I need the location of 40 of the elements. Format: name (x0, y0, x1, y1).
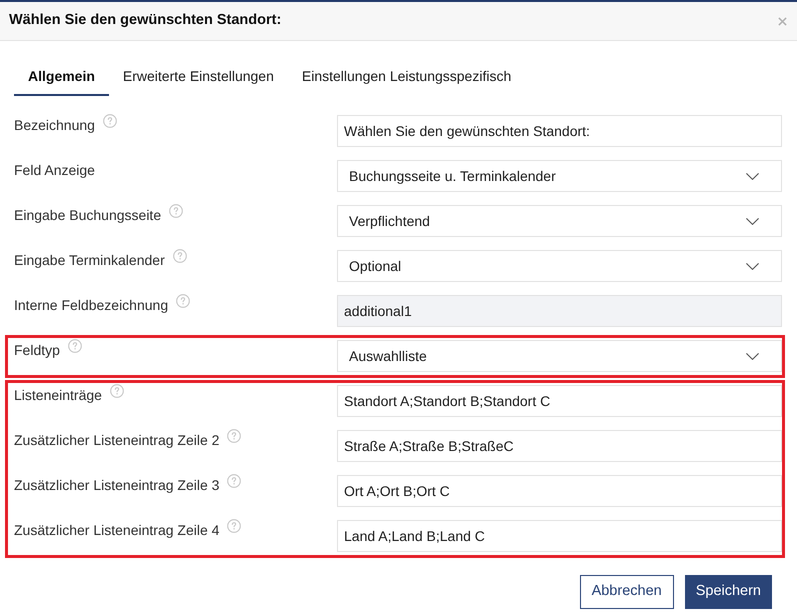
close-icon[interactable] (778, 16, 787, 26)
field-label: Feldtyp (14, 341, 60, 360)
dropdown-field[interactable]: Optional (337, 250, 782, 282)
help-icon[interactable] (227, 519, 242, 533)
help-icon[interactable] (172, 249, 187, 263)
chevron-down-icon (746, 218, 759, 224)
help-icon[interactable] (169, 204, 184, 218)
text-field[interactable]: Land A;Land B;Land C (337, 520, 782, 552)
help-icon[interactable] (176, 294, 190, 308)
help-icon[interactable] (102, 114, 117, 128)
cancel-button[interactable]: Abbrechen (580, 575, 674, 609)
field-label: Listeneinträge (14, 386, 102, 405)
dropdown-field[interactable]: Buchungsseite u. Terminkalender (337, 160, 782, 192)
tab[interactable]: Allgemein (14, 58, 109, 96)
field-label: Eingabe Terminkalender (14, 251, 165, 270)
tab[interactable]: Erweiterte Einstellungen (108, 58, 288, 96)
text-field[interactable]: Wählen Sie den gewünschten Standort: (337, 115, 782, 147)
tab[interactable]: Einstellungen Leistungsspezifisch (288, 58, 526, 96)
field-label: Bezeichnung (14, 116, 95, 135)
help-icon[interactable] (227, 429, 242, 443)
dropdown-field[interactable]: Auswahlliste (337, 340, 782, 372)
chevron-down-icon (746, 352, 759, 360)
field-label: Feld Anzeige (14, 161, 95, 180)
save-button[interactable]: Speichern (684, 575, 772, 609)
field-label: Interne Feldbezeichnung (14, 296, 168, 315)
chevron-down-icon (746, 172, 759, 180)
text-field[interactable]: Standort A;Standort B;Standort C (337, 385, 782, 417)
field-label: Eingabe Buchungsseite (14, 206, 162, 225)
help-icon[interactable] (227, 474, 242, 488)
field-label: Zusätzlicher Listeneintrag Zeile 4 (14, 521, 220, 540)
field-label: Zusätzlicher Listeneintrag Zeile 2 (14, 431, 220, 450)
dropdown-field[interactable]: Verpflichtend (337, 205, 782, 237)
text-field[interactable]: Ort A;Ort B;Ort C (337, 475, 782, 507)
help-icon[interactable] (110, 384, 124, 398)
text-field[interactable]: Straße A;Straße B;StraßeC (337, 430, 782, 462)
chevron-down-icon (746, 262, 759, 270)
dialog-title: Wählen Sie den gewünschten Standort: (9, 11, 282, 30)
help-icon[interactable] (68, 339, 82, 353)
field-label: Zusätzlicher Listeneintrag Zeile 3 (14, 476, 220, 495)
readonly-field[interactable]: additional1 (337, 295, 782, 327)
